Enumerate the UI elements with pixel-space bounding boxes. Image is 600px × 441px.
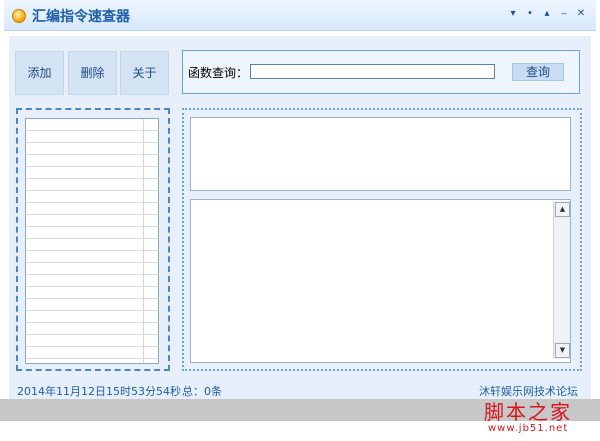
list-item[interactable] <box>26 275 158 287</box>
list-item[interactable] <box>26 251 158 263</box>
instruction-list[interactable] <box>25 118 159 364</box>
pin-button[interactable]: • <box>523 6 537 22</box>
list-item[interactable] <box>26 263 158 275</box>
list-item[interactable] <box>26 347 158 359</box>
list-item[interactable] <box>26 359 158 363</box>
list-item[interactable] <box>26 335 158 347</box>
list-item[interactable] <box>26 131 158 143</box>
scroll-down-arrow-icon[interactable]: ▼ <box>555 343 570 358</box>
window-title: 汇编指令速查器 <box>32 9 130 25</box>
list-item[interactable] <box>26 299 158 311</box>
list-item[interactable] <box>26 119 158 131</box>
watermark-logo: 脚本之家 www.jb51.net <box>484 396 594 436</box>
total-count: 总：0条 <box>182 385 222 398</box>
list-item[interactable] <box>26 311 158 323</box>
watermark-text: 脚本之家 <box>484 400 572 424</box>
query-input[interactable] <box>250 64 495 79</box>
list-item[interactable] <box>26 191 158 203</box>
list-item[interactable] <box>26 155 158 167</box>
list-item[interactable] <box>26 179 158 191</box>
delete-button[interactable]: 删除 <box>68 51 117 95</box>
description-box[interactable] <box>190 117 571 191</box>
title-bar[interactable]: 汇编指令速查器 ▾ • ▴ _ ✕ <box>4 0 596 31</box>
add-button[interactable]: 添加 <box>15 51 64 95</box>
detail-textarea[interactable] <box>190 199 571 363</box>
list-item[interactable] <box>26 287 158 299</box>
app-window: 汇编指令速查器 ▾ • ▴ _ ✕ 添加 删除 关于 函数查询： 查询 ▲ ▼ … <box>0 0 600 441</box>
scroll-up-arrow-icon[interactable]: ▲ <box>555 202 570 217</box>
query-button[interactable]: 查询 <box>512 63 564 81</box>
timestamp-text: 2014年11月12日15时53分54秒 <box>17 385 181 398</box>
scroll-up-window-button[interactable]: ▴ <box>540 6 554 22</box>
list-item[interactable] <box>26 143 158 155</box>
app-icon <box>12 9 26 23</box>
about-button[interactable]: 关于 <box>120 51 169 95</box>
list-item[interactable] <box>26 167 158 179</box>
minimize-button[interactable]: _ <box>557 2 571 18</box>
list-item[interactable] <box>26 227 158 239</box>
close-button[interactable]: ✕ <box>574 6 588 22</box>
list-item[interactable] <box>26 215 158 227</box>
restore-button[interactable]: ▾ <box>506 6 520 22</box>
detail-scrollbar[interactable]: ▲ ▼ <box>553 201 570 359</box>
list-item[interactable] <box>26 323 158 335</box>
list-item[interactable] <box>26 203 158 215</box>
query-label: 函数查询： <box>188 66 249 80</box>
list-item[interactable] <box>26 239 158 251</box>
watermark-url: www.jb51.net <box>488 423 569 434</box>
